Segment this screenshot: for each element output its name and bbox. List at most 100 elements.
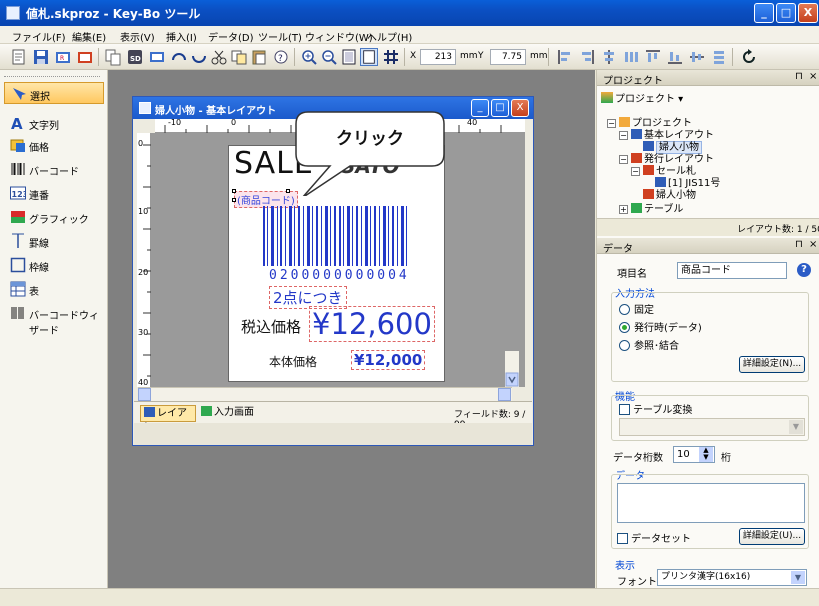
undo-icon[interactable] <box>170 48 188 66</box>
expand-toggle[interactable]: + <box>619 205 628 214</box>
tool-line[interactable]: 罫線 <box>4 230 104 252</box>
table-convert-checkbox[interactable]: テーブル変換 <box>619 401 692 416</box>
maximize-button[interactable]: □ <box>776 3 796 23</box>
menu-help[interactable]: ヘルプ(H) <box>367 29 412 44</box>
tool-barcode-wizard[interactable]: バーコードウィザード <box>4 302 104 337</box>
collapse-toggle[interactable]: − <box>619 155 628 164</box>
tool-table[interactable]: 表 <box>4 278 104 300</box>
pane-close-icon[interactable]: × <box>809 239 817 250</box>
cut-icon[interactable] <box>210 48 228 66</box>
doc-maximize-button[interactable]: □ <box>491 99 509 117</box>
vertical-scrollbar[interactable] <box>505 351 519 387</box>
redo-icon[interactable] <box>190 48 208 66</box>
minimize-button[interactable]: _ <box>754 3 774 23</box>
pane-close-icon[interactable]: × <box>809 71 817 82</box>
spinner-icon[interactable]: ▲ ▼ <box>699 447 713 462</box>
tab-input-screen[interactable]: 入力画面 <box>198 405 262 422</box>
checkbox[interactable] <box>617 533 628 544</box>
base-price[interactable]: ¥12,000 <box>351 350 426 370</box>
barcode[interactable] <box>263 206 423 266</box>
tool-select[interactable]: 選択 <box>4 82 104 104</box>
menu-edit[interactable]: 編集(E) <box>72 29 106 44</box>
project-menu-button[interactable]: プロジェクト ▾ <box>601 90 683 105</box>
pin-icon[interactable]: ⊓ <box>795 71 803 82</box>
x-coordinate-field[interactable]: 213 <box>420 49 456 65</box>
detail-settings-button-2[interactable]: 詳細設定(U)... <box>739 528 805 545</box>
close-button[interactable]: X <box>798 3 818 23</box>
menu-view[interactable]: 表示(V) <box>120 29 155 44</box>
align-middle-icon[interactable] <box>688 48 706 66</box>
tool-barcode[interactable]: バーコード <box>4 158 104 180</box>
table-select[interactable]: ▼ <box>619 418 805 436</box>
selection-handle[interactable] <box>232 189 236 193</box>
radio-button[interactable] <box>619 340 630 351</box>
distribute-horizontal-icon[interactable] <box>622 48 640 66</box>
zoom-in-icon[interactable] <box>300 48 318 66</box>
tree-node-ladies-accessories-issue[interactable]: 婦人小物 <box>643 186 696 201</box>
item-name-label: 項目名 <box>617 269 647 280</box>
chevron-down-icon[interactable]: ▼ <box>789 420 803 434</box>
selection-handle[interactable] <box>232 198 236 202</box>
menu-window[interactable]: ウィンドウ(W) <box>305 29 373 44</box>
align-bottom-icon[interactable] <box>666 48 684 66</box>
tool-frame[interactable]: 枠線 <box>4 254 104 276</box>
menu-file[interactable]: ファイル(F) <box>12 29 66 44</box>
tab-layout[interactable]: レイアウト <box>140 405 196 434</box>
doc-minimize-button[interactable]: _ <box>471 99 489 117</box>
collapse-toggle[interactable]: − <box>619 131 628 140</box>
pin-icon[interactable]: ⊓ <box>795 239 803 250</box>
collapse-toggle[interactable]: − <box>607 119 616 128</box>
chevron-down-icon[interactable]: ▼ <box>791 571 805 584</box>
align-top-icon[interactable] <box>644 48 662 66</box>
project-pane: プロジェクト ⊓ × プロジェクト ▾ − プロジェクト − 基本レイアウト 婦人小… <box>596 70 819 238</box>
checkbox[interactable] <box>619 404 630 415</box>
fit-page-icon[interactable] <box>340 48 358 66</box>
y-label: Y <box>478 51 484 61</box>
refresh-icon[interactable] <box>740 48 758 66</box>
layout-icon[interactable]: R <box>54 48 72 66</box>
copy-object-icon[interactable] <box>230 48 248 66</box>
align-right-icon[interactable] <box>578 48 596 66</box>
actual-size-icon[interactable] <box>360 48 378 66</box>
grid-icon[interactable] <box>382 48 400 66</box>
menu-data[interactable]: データ(D) <box>208 29 254 44</box>
save-icon[interactable] <box>32 48 50 66</box>
sd-card-icon[interactable]: SD <box>126 48 144 66</box>
tool-text[interactable]: A 文字列 <box>4 112 104 134</box>
issue-layout-icon[interactable] <box>76 48 94 66</box>
tax-included-price[interactable]: ¥12,600 <box>309 306 435 342</box>
tool-serial[interactable]: 123 連番 <box>4 182 104 204</box>
tool-price[interactable]: 価格 <box>4 134 104 156</box>
horizontal-scrollbar[interactable] <box>138 387 512 401</box>
align-left-icon[interactable] <box>556 48 574 66</box>
zoom-out-icon[interactable] <box>320 48 338 66</box>
menu-insert[interactable]: 挿入(I) <box>166 29 197 44</box>
collapse-toggle[interactable]: − <box>631 167 640 176</box>
tool-select-label: 選択 <box>30 92 50 103</box>
radio-fixed[interactable]: 固定 <box>619 301 654 316</box>
radio-button[interactable] <box>619 304 630 315</box>
detail-settings-button[interactable]: 詳細設定(N)... <box>739 356 805 373</box>
menu-tools[interactable]: ツール(T) <box>258 29 302 44</box>
new-file-icon[interactable] <box>10 48 28 66</box>
copy-icon[interactable] <box>104 48 122 66</box>
dataset-checkbox[interactable]: データセット <box>617 530 691 545</box>
item-name-field[interactable]: 商品コード <box>677 262 787 279</box>
radio-button-selected[interactable] <box>619 322 630 333</box>
tool-graphic[interactable]: グラフィック <box>4 206 104 228</box>
print-preview-icon[interactable] <box>148 48 166 66</box>
base-price-label[interactable]: 本体価格 <box>269 353 317 370</box>
distribute-vertical-icon[interactable] <box>710 48 728 66</box>
doc-close-button[interactable]: X <box>511 99 529 117</box>
radio-issue-time[interactable]: 発行時(データ) <box>619 319 702 334</box>
properties-icon[interactable]: ? <box>272 48 290 66</box>
data-textarea[interactable] <box>617 483 805 523</box>
help-icon[interactable]: ? <box>797 263 811 277</box>
radio-reference[interactable]: 参照･結合 <box>619 337 679 352</box>
font-select[interactable]: プリンタ漢字(16x16) ▼ <box>657 569 807 586</box>
tree-node-table[interactable]: + テーブル <box>619 200 683 215</box>
align-center-icon[interactable] <box>600 48 618 66</box>
tax-included-label[interactable]: 税込価格 <box>241 316 301 337</box>
y-coordinate-field[interactable]: 7.75 <box>490 49 526 65</box>
paste-icon[interactable] <box>250 48 268 66</box>
